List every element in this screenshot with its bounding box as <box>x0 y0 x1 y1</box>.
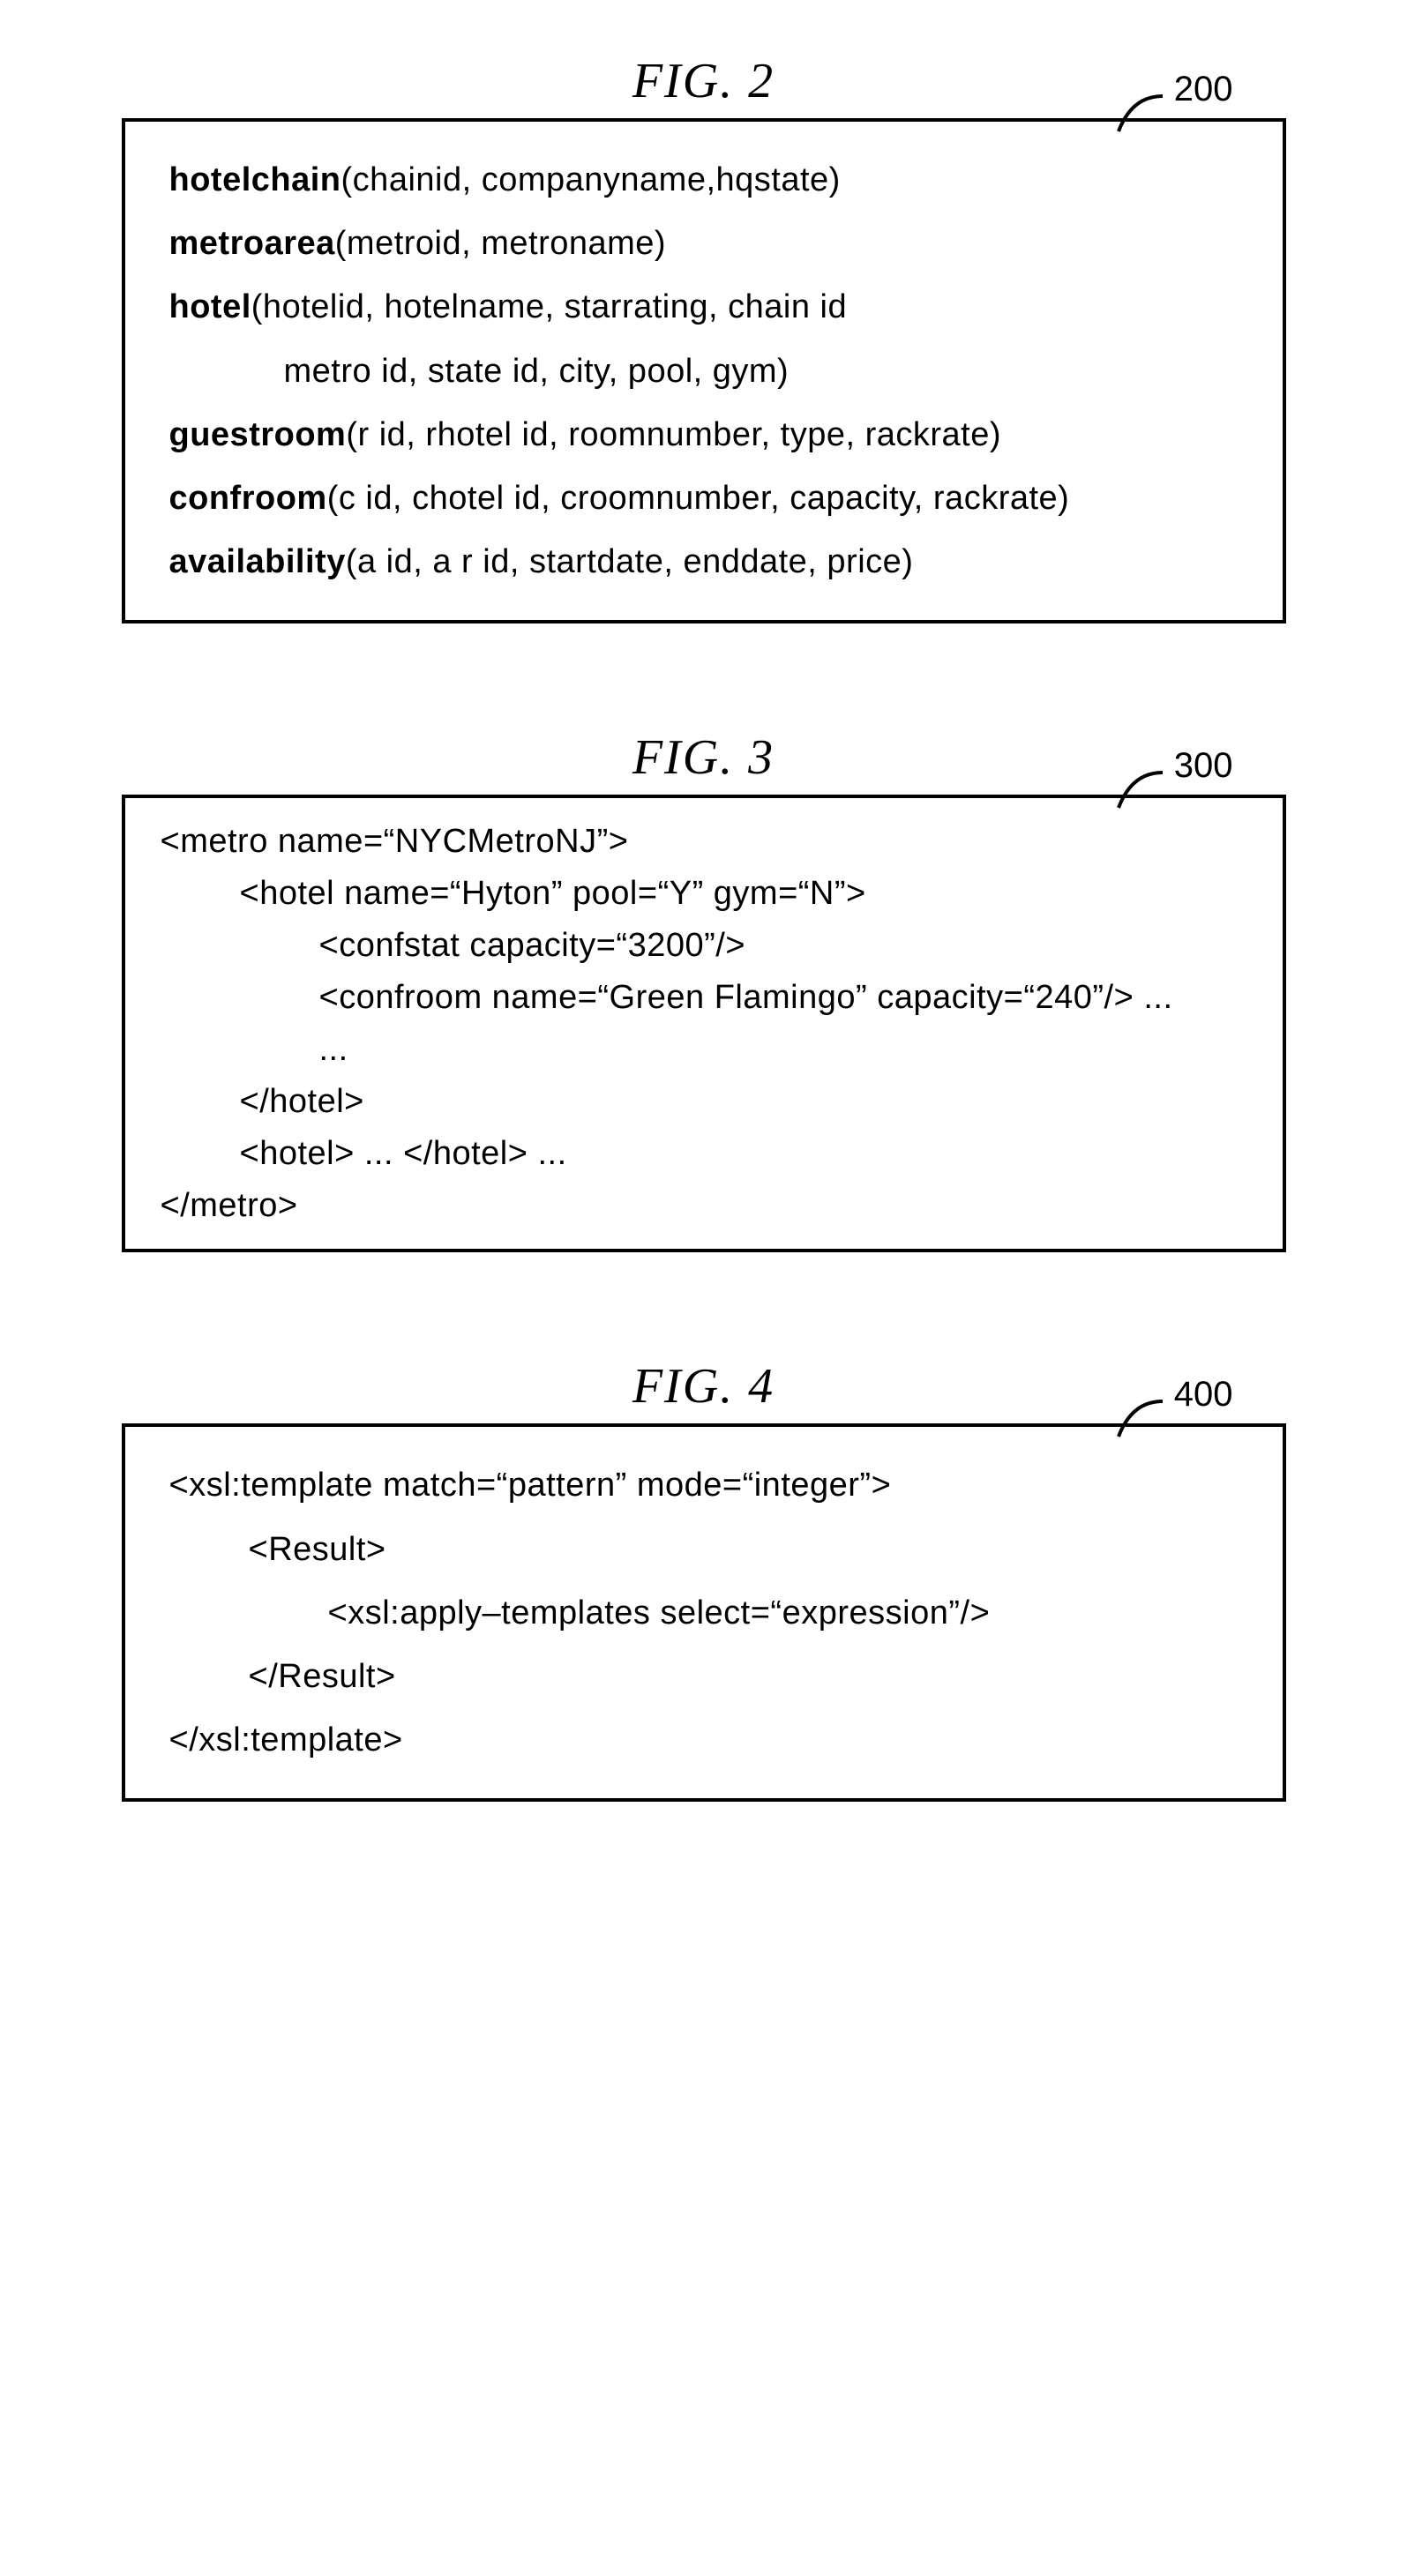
leader-line <box>1114 768 1167 812</box>
rel-name: guestroom <box>169 416 347 453</box>
rel-name: confroom <box>169 480 327 517</box>
rel-args: (a id, a r id, startdate, enddate, price… <box>346 543 914 580</box>
figure-2: FIG. 2 200 hotelchain(chainid, companyna… <box>71 53 1336 623</box>
code-line: <xsl:apply–templates select=“expression”… <box>169 1581 991 1645</box>
xsl-box: <xsl:template match=“pattern” mode=“inte… <box>122 1423 1286 1802</box>
leader-line <box>1114 1397 1167 1441</box>
code-line: ... <box>161 1024 348 1076</box>
figure-3: FIG. 3 300 <metro name=“NYCMetroNJ”> <ho… <box>71 729 1336 1252</box>
code-line: <Result> <box>169 1518 386 1581</box>
rel-args: (metroid, metroname) <box>335 225 666 262</box>
leader-line <box>1114 92 1167 136</box>
code-line: </xsl:template> <box>169 1721 403 1758</box>
rel-name: metroarea <box>169 225 335 262</box>
code-line: <confstat capacity=“3200”/> <box>161 920 746 972</box>
reference-numeral: 200 <box>1174 70 1233 109</box>
code-line: <confroom name=“Green Flamingo” capacity… <box>161 972 1173 1024</box>
rel-name: hotel <box>169 288 251 325</box>
rel-args: (r id, rhotel id, roomnumber, type, rack… <box>346 416 1001 453</box>
rel-args: (hotelid, hotelname, starrating, chain i… <box>251 288 847 325</box>
code-line: <hotel name=“Hyton” pool=“Y” gym=“N”> <box>161 868 866 920</box>
figure-4: FIG. 4 400 <xsl:template match=“pattern”… <box>71 1358 1336 1802</box>
code-line: <xsl:template match=“pattern” mode=“inte… <box>169 1467 892 1504</box>
code-line: <hotel> ... </hotel> ... <box>161 1128 567 1180</box>
reference-numeral: 300 <box>1174 746 1233 786</box>
code-line: <metro name=“NYCMetroNJ”> <box>161 823 629 860</box>
rel-args-cont: metro id, state id, city, pool, gym) <box>169 340 790 403</box>
rel-args: (c id, chotel id, croomnumber, capacity,… <box>327 480 1070 517</box>
code-line: </metro> <box>161 1187 298 1224</box>
xml-box: <metro name=“NYCMetroNJ”> <hotel name=“H… <box>122 795 1286 1252</box>
rel-name: availability <box>169 543 346 580</box>
schema-box: hotelchain(chainid, companyname,hqstate)… <box>122 118 1286 623</box>
code-line: </Result> <box>169 1645 396 1708</box>
code-line: </hotel> <box>161 1076 364 1128</box>
rel-name: hotelchain <box>169 161 341 198</box>
reference-numeral: 400 <box>1174 1375 1233 1415</box>
rel-args: (chainid, companyname,hqstate) <box>341 161 841 198</box>
